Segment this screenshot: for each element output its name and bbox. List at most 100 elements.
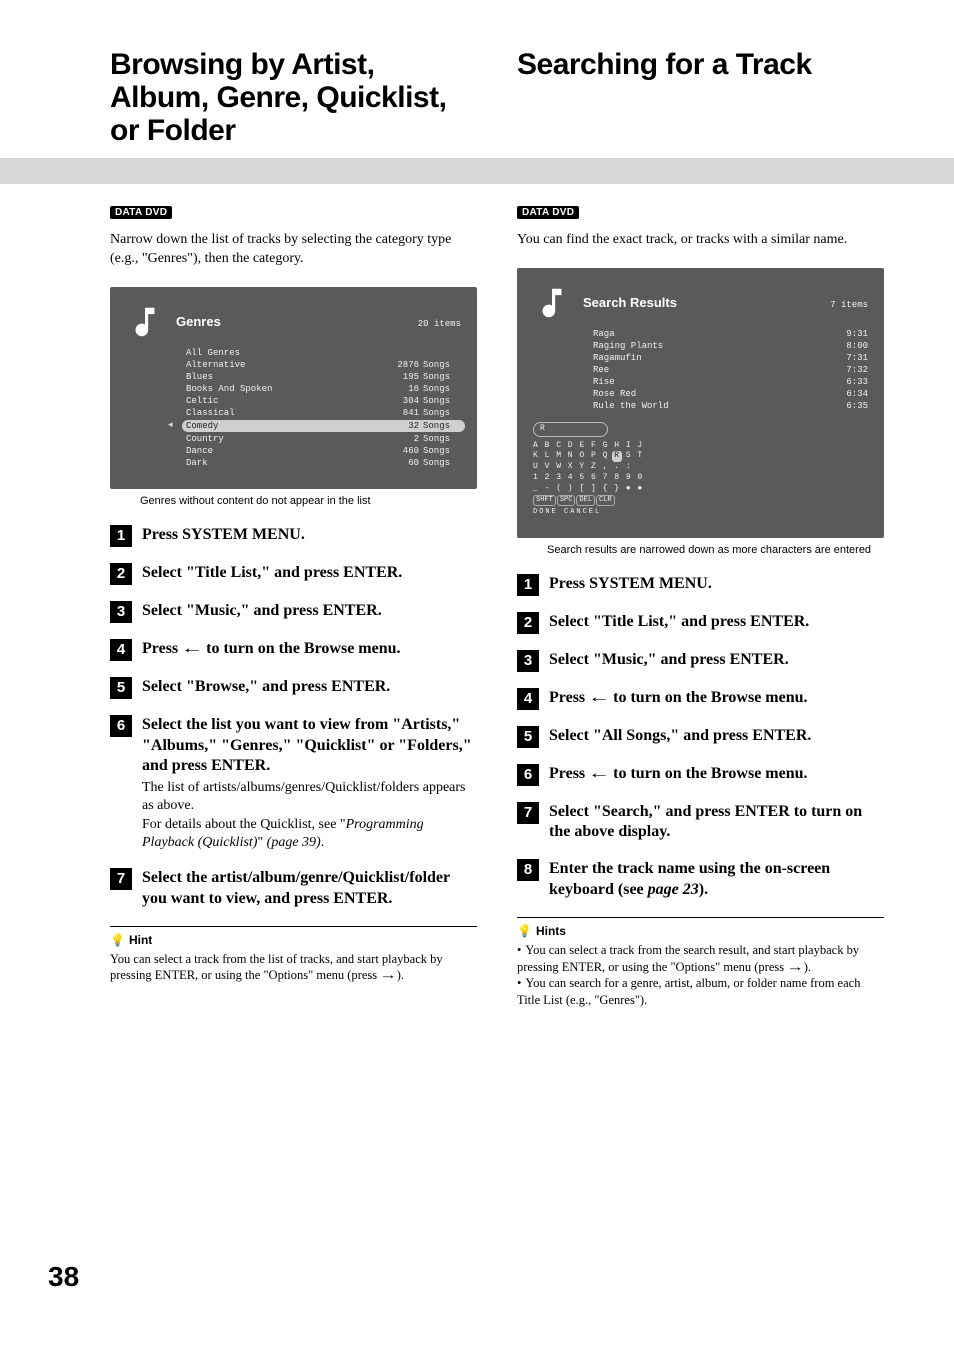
- osd-row[interactable]: All Genres: [186, 347, 461, 359]
- step-text: Enter the track name using the on-screen…: [549, 859, 884, 901]
- arrow-left-icon: ←: [588, 688, 610, 709]
- step-text: Press SYSTEM MENU.: [549, 574, 712, 595]
- osd-title: Search Results: [583, 295, 677, 310]
- hint-label: Hints: [536, 924, 566, 938]
- instruction-step: 6 Select the list you want to view from "…: [110, 715, 477, 852]
- kb-button[interactable]: CLR: [596, 495, 615, 506]
- kb-done-cancel: DONE CANCEL: [533, 508, 868, 517]
- kb-button[interactable]: DEL: [576, 495, 595, 506]
- instruction-step: 7Select "Search," and press ENTER to tur…: [517, 802, 884, 844]
- osd-row[interactable]: Celtic304Songs: [186, 395, 461, 407]
- search-result-row[interactable]: Raga9:31: [593, 328, 868, 340]
- step-number: 3: [110, 601, 132, 623]
- search-result-row[interactable]: Raging Plants8:00: [593, 340, 868, 352]
- step-number: 7: [110, 868, 132, 890]
- instruction-step: 1Press SYSTEM MENU.: [110, 525, 477, 547]
- right-body: DATA DVD You can find the exact track, o…: [517, 202, 884, 1009]
- step-number: 5: [110, 677, 132, 699]
- search-input-box[interactable]: R: [533, 422, 608, 437]
- osd-row[interactable]: Books And Spoken16Songs: [186, 383, 461, 395]
- step-text: Press SYSTEM MENU.: [142, 525, 305, 546]
- instruction-step: 4 Press ← to turn on the Browse menu.: [517, 688, 884, 710]
- right-column-head: Searching for a Track: [517, 48, 884, 158]
- hint-item: You can search for a genre, artist, albu…: [517, 975, 884, 1009]
- hint-label: Hint: [129, 933, 152, 947]
- step-text: Select "All Songs," and press ENTER.: [549, 726, 811, 747]
- bulb-icon: 💡: [517, 924, 532, 938]
- instruction-step: 5 Select "Browse," and press ENTER.: [110, 677, 477, 699]
- kb-button[interactable]: SHFT: [533, 495, 556, 506]
- search-result-row[interactable]: Rise6:33: [593, 376, 868, 388]
- arrow-left-icon: ←: [181, 639, 203, 660]
- step-text: Press ← to turn on the Browse menu.: [549, 688, 808, 709]
- instruction-step: 3 Select "Music," and press ENTER.: [110, 601, 477, 623]
- left-column: Browsing by Artist, Album, Genre, Quickl…: [110, 48, 477, 158]
- instruction-step: 4Press ← to turn on the Browse menu.: [110, 639, 477, 661]
- arrow-right-icon: →: [380, 967, 398, 984]
- step-number: 2: [110, 563, 132, 585]
- instruction-step: 3 Select "Music," and press ENTER.: [517, 650, 884, 672]
- instruction-step: 2 Select "Title List," and press ENTER.: [110, 563, 477, 585]
- right-osd-caption: Search results are narrowed down as more…: [547, 544, 884, 556]
- kb-row: U V W X Y Z , . :: [533, 462, 868, 473]
- arrow-right-icon: →: [787, 959, 805, 976]
- osd-row[interactable]: Dark60Songs: [186, 457, 461, 469]
- step-number: 3: [517, 650, 539, 672]
- kb-buttons: SHFTSPCDELCLR: [533, 495, 868, 506]
- kb-row: K L M N O P Q R S T: [533, 451, 868, 462]
- search-osd: Search Results 7 items Raga9:31Raging Pl…: [517, 268, 884, 538]
- kb-button[interactable]: SPC: [557, 495, 576, 506]
- osd-row[interactable]: Comedy32Songs: [182, 420, 465, 432]
- left-hint: 💡Hint You can select a track from the li…: [110, 926, 477, 985]
- right-heading: Searching for a Track: [517, 48, 884, 81]
- step-text: Select "Music," and press ENTER.: [549, 650, 789, 671]
- step-number: 6: [517, 764, 539, 786]
- search-result-row[interactable]: Ree7:32: [593, 364, 868, 376]
- step-number: 4: [110, 639, 132, 661]
- instruction-step: 5 Select "All Songs," and press ENTER.: [517, 726, 884, 748]
- instruction-step: 1 Press SYSTEM MENU.: [517, 574, 884, 596]
- step-text: Select "Music," and press ENTER.: [142, 601, 382, 622]
- osd-row[interactable]: Dance460Songs: [186, 445, 461, 457]
- osd-row[interactable]: Alternative2876Songs: [186, 359, 461, 371]
- osd-row[interactable]: Country2Songs: [186, 433, 461, 445]
- step-text: Select "Title List," and press ENTER.: [142, 563, 402, 584]
- section-stripe: [0, 158, 954, 184]
- left-hint-text: You can select a track from the list of …: [110, 951, 477, 985]
- search-result-row[interactable]: Rose Red6:34: [593, 388, 868, 400]
- music-note-icon: [533, 284, 571, 322]
- step-text: Press ← to turn on the Browse menu.: [549, 764, 808, 785]
- osd-row[interactable]: Blues195Songs: [186, 371, 461, 383]
- instruction-step: 7 Select the artist/album/genre/Quicklist…: [110, 868, 477, 910]
- osd-title: Genres: [176, 314, 221, 329]
- left-osd-caption: Genres without content do not appear in …: [140, 495, 477, 507]
- kb-row: _ - ( ) [ ] { } ● ●: [533, 484, 868, 495]
- search-result-row[interactable]: Rule the World6:35: [593, 400, 868, 412]
- right-hints: 💡 Hints You can select a track from the s…: [517, 917, 884, 1010]
- left-body: DATA DVD Narrow down the list of tracks …: [110, 202, 477, 1009]
- left-lead: Narrow down the list of tracks by select…: [110, 231, 477, 269]
- onscreen-keyboard: R A B C D E F G H I J K L M N O P Q R S …: [533, 422, 868, 518]
- arrow-left-icon: ←: [588, 764, 610, 785]
- kb-row: 1 2 3 4 5 6 7 8 9 0: [533, 473, 868, 484]
- step-number: 4: [517, 688, 539, 710]
- right-lead: You can find the exact track, or tracks …: [517, 231, 884, 250]
- page-number: 38: [48, 1261, 79, 1293]
- data-dvd-badge: DATA DVD: [110, 206, 172, 219]
- step-number: 8: [517, 859, 539, 881]
- music-note-icon: [126, 303, 164, 341]
- step-text: Select "Browse," and press ENTER.: [142, 677, 390, 698]
- step-text: Select the list you want to view from "A…: [142, 715, 477, 852]
- step-number: 5: [517, 726, 539, 748]
- osd-row[interactable]: Classical841Songs: [186, 407, 461, 419]
- step-text: Select "Title List," and press ENTER.: [549, 612, 809, 633]
- search-result-row[interactable]: Ragamufin7:31: [593, 352, 868, 364]
- step-text: Select the artist/album/genre/Quicklist/…: [142, 868, 477, 910]
- hint-item: You can select a track from the search r…: [517, 942, 884, 976]
- kb-row: A B C D E F G H I J: [533, 441, 868, 452]
- step-number: 1: [517, 574, 539, 596]
- left-heading: Browsing by Artist, Album, Genre, Quickl…: [110, 48, 477, 147]
- instruction-step: 6 Press ← to turn on the Browse menu.: [517, 764, 884, 786]
- step-number: 6: [110, 715, 132, 737]
- osd-count: 20 items: [418, 319, 461, 329]
